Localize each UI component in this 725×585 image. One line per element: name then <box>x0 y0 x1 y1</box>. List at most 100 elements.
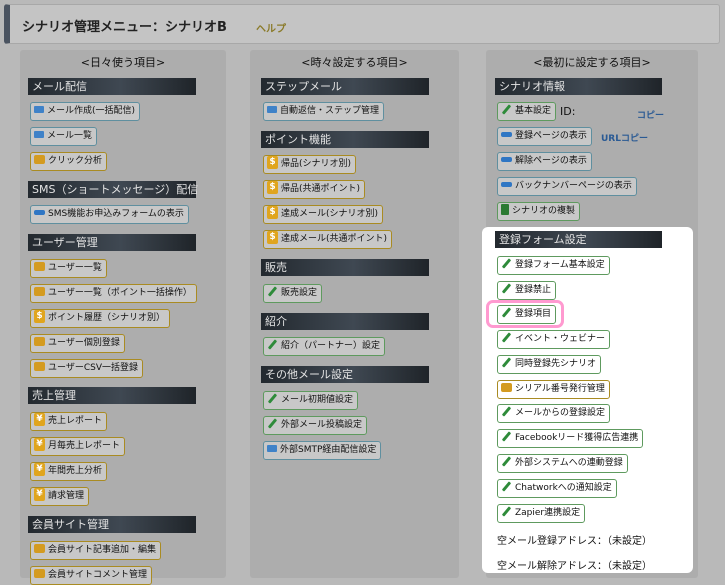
mail-icon <box>267 445 277 452</box>
user-card-icon <box>34 155 45 164</box>
dollar-icon: $ <box>267 206 278 219</box>
page-header: シナリオ管理メニュー：シナリオB ヘルプ <box>4 4 720 44</box>
button-label: 請求管理 <box>48 491 85 501</box>
page-title: シナリオ管理メニュー：シナリオB <box>22 20 227 35</box>
user-bulk-point-button[interactable]: ユーザー一覧（ポイント一括操作） <box>30 284 197 303</box>
button-label: 登録フォーム基本設定 <box>515 260 605 270</box>
registration-ban-button[interactable]: 登録禁止 <box>497 281 557 300</box>
button-label: 帰品(共通ポイント) <box>281 184 361 194</box>
button-label: メール初期値設定 <box>281 395 354 405</box>
pencil-icon <box>501 332 512 343</box>
yen-icon: ¥ <box>34 488 45 501</box>
pencil-icon <box>501 406 512 417</box>
section-other-mail: その他メール設定 <box>261 366 429 383</box>
section-point: ポイント機能 <box>261 131 429 148</box>
button-label: Zapier連携設定 <box>515 508 581 518</box>
pencil-icon <box>501 357 512 368</box>
button-label: Facebookリード獲得広告連携 <box>515 433 639 443</box>
daily-heading: <日々使う項目> <box>80 56 166 69</box>
dollar-icon: $ <box>34 310 45 323</box>
pencil-icon <box>501 506 512 517</box>
serial-number-button[interactable]: シリアル番号発行管理 <box>497 380 610 399</box>
pencil-icon <box>501 104 512 115</box>
user-card-icon <box>34 569 45 578</box>
help-link[interactable]: ヘルプ <box>256 20 286 35</box>
section-registration-form: 登録フォーム設定 <box>495 231 662 248</box>
copy-id-link[interactable]: コピー <box>637 108 664 121</box>
monthly-report-button[interactable]: ¥ 月毎売上レポート <box>30 437 126 456</box>
arrow-icon <box>34 210 45 215</box>
section-member-site: 会員サイト管理 <box>28 516 196 533</box>
event-webinar-button[interactable]: イベント・ウェビナー <box>497 330 611 349</box>
click-analysis-button[interactable]: クリック分析 <box>30 152 108 171</box>
button-label: 外部メール投稿設定 <box>281 420 363 430</box>
zapier-button[interactable]: Zapier連携設定 <box>497 504 586 523</box>
yearly-analysis-button[interactable]: ¥ 年間売上分析 <box>30 462 108 481</box>
arrow-icon <box>501 157 512 162</box>
facebook-lead-button[interactable]: Facebookリード獲得広告連携 <box>497 429 644 448</box>
pencil-icon <box>267 393 278 404</box>
point-history-button[interactable]: $ ポイント履歴（シナリオ別） <box>30 309 171 328</box>
pencil-icon <box>501 481 512 492</box>
register-page-button[interactable]: 登録ページの表示 <box>497 127 592 146</box>
button-label: ユーザー一覧（ポイント一括操作） <box>48 288 192 298</box>
external-system-button[interactable]: 外部システムへの連動登録 <box>497 454 628 473</box>
user-card-icon <box>34 362 45 371</box>
empty-mail-cancel-address: 空メール解除アドレス：（未設定） <box>497 561 652 572</box>
achieve-common-button[interactable]: $ 達成メール(共通ポイント) <box>263 230 393 249</box>
button-label: 登録項目 <box>515 309 552 319</box>
basic-setting-button[interactable]: 基本設定 <box>497 102 557 121</box>
pencil-icon <box>501 258 512 269</box>
book-icon <box>501 204 509 215</box>
member-comment-button[interactable]: 会員サイトコメント管理 <box>30 566 153 585</box>
user-card-icon <box>34 262 45 271</box>
button-label: 登録禁止 <box>515 285 552 295</box>
button-label: ユーザーCSV一括登録 <box>48 363 138 373</box>
sales-setting-button[interactable]: 販売設定 <box>263 284 323 303</box>
button-label: メールからの登録設定 <box>515 408 606 418</box>
button-label: ユーザー一覧 <box>48 263 102 273</box>
button-label: バックナンバーページの表示 <box>515 181 632 191</box>
pencil-icon <box>501 431 512 442</box>
button-label: 紹介（パートナー）設定 <box>281 341 381 351</box>
button-label: メール一覧 <box>47 131 93 141</box>
cancel-page-button[interactable]: 解除ページの表示 <box>497 152 592 171</box>
button-label: 達成メール(共通ポイント) <box>281 234 388 244</box>
external-mail-button[interactable]: 外部メール投稿設定 <box>263 416 368 435</box>
button-label: シリアル番号発行管理 <box>515 384 605 394</box>
member-article-button[interactable]: 会員サイト記事追加・編集 <box>30 541 162 560</box>
referral-setting-button[interactable]: 紹介（パートナー）設定 <box>263 337 386 356</box>
button-label: 自動返信・ステップ管理 <box>280 106 380 116</box>
auto-reply-button[interactable]: 自動返信・ステップ管理 <box>263 102 385 121</box>
form-basic-setting-button[interactable]: 登録フォーム基本設定 <box>497 256 610 275</box>
url-copy-link[interactable]: URLコピー <box>601 131 648 144</box>
button-label: シナリオの複製 <box>512 206 576 216</box>
achieve-scenario-button[interactable]: $ 達成メール(シナリオ別) <box>263 205 384 224</box>
sales-report-button[interactable]: ¥ 売上レポート <box>30 412 108 431</box>
chatwork-button[interactable]: Chatworkへの通知設定 <box>497 479 617 498</box>
smtp-setting-button[interactable]: 外部SMTP経由配信設定 <box>263 441 382 460</box>
mail-create-button[interactable]: メール作成(一括配信) <box>30 102 141 121</box>
registration-items-button[interactable]: 登録項目 <box>497 305 557 324</box>
grant-common-button[interactable]: $ 帰品(共通ポイント) <box>263 180 366 199</box>
mail-list-button[interactable]: メール一覧 <box>30 127 98 146</box>
arrow-icon <box>501 132 512 137</box>
duplicate-scenario-button[interactable]: シナリオの複製 <box>497 202 581 221</box>
section-mail-delivery: メール配信 <box>28 78 196 95</box>
backnumber-page-button[interactable]: バックナンバーページの表示 <box>497 177 637 196</box>
sms-form-button[interactable]: SMS機能お申込みフォームの表示 <box>30 205 189 224</box>
yen-icon: ¥ <box>34 438 45 451</box>
mail-registration-button[interactable]: メールからの登録設定 <box>497 404 611 423</box>
button-label: 会員サイト記事追加・編集 <box>48 545 157 555</box>
user-card-icon <box>34 287 45 296</box>
simultaneous-scenario-button[interactable]: 同時登録先シナリオ <box>497 355 602 374</box>
user-register-button[interactable]: ユーザー個別登録 <box>30 334 125 353</box>
invoice-button[interactable]: ¥ 請求管理 <box>30 487 90 506</box>
button-label: メール作成(一括配信) <box>47 106 136 116</box>
user-list-button[interactable]: ユーザー一覧 <box>30 259 107 278</box>
mail-default-button[interactable]: メール初期値設定 <box>263 391 359 410</box>
button-label: 販売設定 <box>281 288 318 298</box>
grant-scenario-button[interactable]: $ 帰品(シナリオ別) <box>263 155 357 174</box>
pencil-icon <box>501 307 512 318</box>
user-csv-button[interactable]: ユーザーCSV一括登録 <box>30 359 143 378</box>
